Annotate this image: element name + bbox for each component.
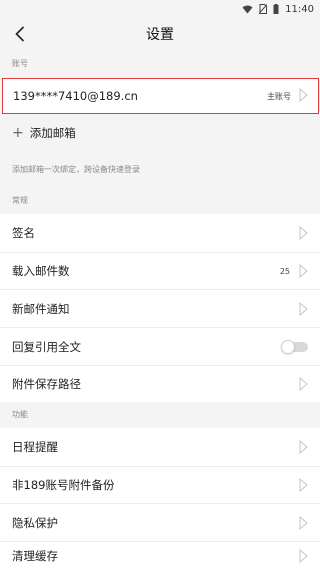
add-mailbox-button[interactable]: + 添加邮箱 <box>0 118 320 148</box>
chevron-right-icon <box>298 548 308 563</box>
chevron-right-icon <box>298 515 308 530</box>
chevron-right-icon <box>299 87 308 106</box>
settings-item-new-mail-notify[interactable]: 新邮件通知 <box>0 290 320 327</box>
add-mailbox-label: 添加邮箱 <box>29 126 76 140</box>
settings-item-label: 非189账号附件备份 <box>12 478 115 492</box>
settings-item-signature[interactable]: 签名 <box>0 214 320 252</box>
account-email: 139****7410@189.cn <box>13 89 138 103</box>
plus-icon: + <box>12 125 24 141</box>
no-sim-icon <box>259 4 268 14</box>
settings-item-label: 隐私保护 <box>12 515 58 530</box>
page-title: 设置 <box>146 27 174 43</box>
settings-item-attachment-path[interactable]: 附件保存路径 <box>0 366 320 402</box>
status-time: 11:40 <box>285 3 314 15</box>
settings-item-privacy[interactable]: 隐私保护 <box>0 504 320 541</box>
section-label-general: 常规 <box>12 196 28 205</box>
chevron-right-icon <box>298 226 308 240</box>
account-row[interactable]: 139****7410@189.cn 主账号 <box>2 78 319 114</box>
settings-item-schedule-reminder[interactable]: 日程提醒 <box>0 428 320 466</box>
primary-account-badge: 主账号 <box>267 91 291 101</box>
chevron-right-icon <box>298 301 308 316</box>
section-label-account: 账号 <box>12 59 28 68</box>
chevron-right-icon <box>298 478 308 492</box>
settings-item-label: 日程提醒 <box>12 440 58 454</box>
settings-item-label: 清理缓存 <box>12 548 58 563</box>
settings-item-label: 载入邮件数 <box>12 264 70 278</box>
settings-item-label: 回复引用全文 <box>12 339 81 354</box>
settings-item-clear-cache[interactable]: 清理缓存 <box>0 542 320 569</box>
status-bar: 11:40 <box>0 0 320 18</box>
settings-item-label: 新邮件通知 <box>12 301 70 316</box>
reply-quote-toggle[interactable] <box>281 339 308 354</box>
settings-item-label: 签名 <box>12 226 35 240</box>
title-bar: 设置 <box>0 18 320 50</box>
chevron-right-icon <box>298 264 308 278</box>
battery-icon <box>273 4 279 14</box>
section-label-features: 功能 <box>12 410 28 419</box>
load-count-value: 25 <box>279 266 290 276</box>
settings-item-reply-quote: 回复引用全文 <box>0 328 320 365</box>
wifi-icon <box>242 5 253 14</box>
toggle-knob <box>281 339 295 354</box>
chevron-right-icon <box>298 440 308 454</box>
settings-item-load-count[interactable]: 载入邮件数 25 <box>0 253 320 289</box>
settings-item-label: 附件保存路径 <box>12 377 81 391</box>
add-mailbox-hint: 添加邮箱一次绑定，跨设备快速登录 <box>12 165 140 174</box>
settings-item-attachment-backup[interactable]: 非189账号附件备份 <box>0 467 320 503</box>
chevron-right-icon <box>298 377 308 391</box>
